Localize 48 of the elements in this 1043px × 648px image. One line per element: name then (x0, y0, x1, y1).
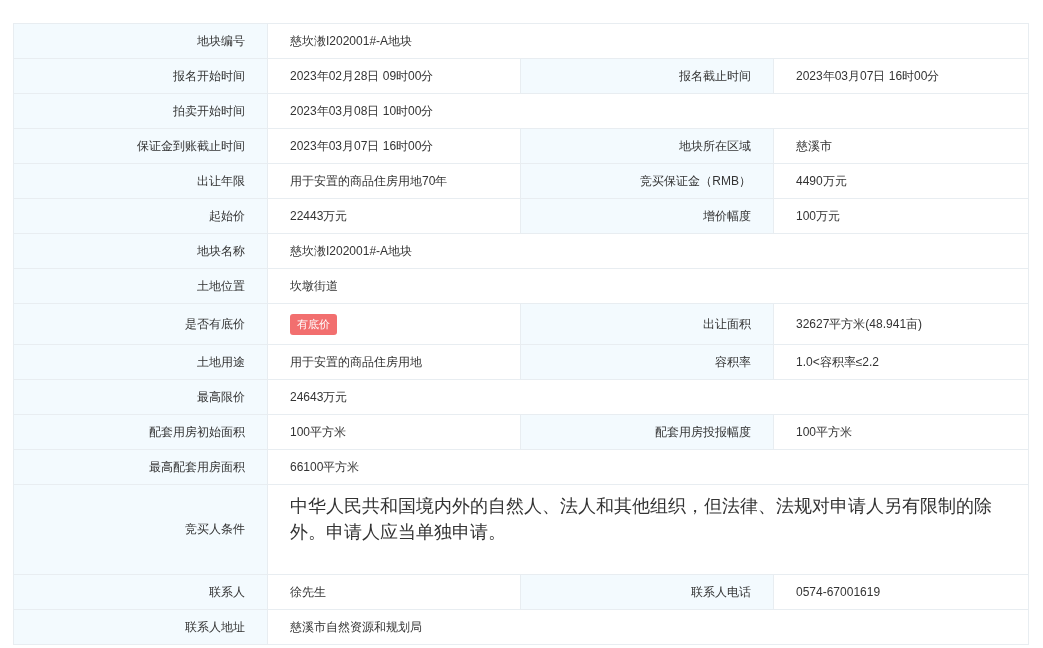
field-label: 报名开始时间 (13, 58, 268, 94)
field-value: 慈坎漖I202001#-A地块 (267, 23, 1029, 59)
field-label: 保证金到账截止时间 (13, 128, 268, 164)
field-label: 出让年限 (13, 163, 268, 199)
field-label: 起始价 (13, 198, 268, 234)
field-value: 100平方米 (267, 414, 521, 450)
field-label: 土地位置 (13, 268, 268, 304)
field-label: 联系人 (13, 574, 268, 610)
field-label: 地块编号 (13, 23, 268, 59)
field-value: 用于安置的商品住房用地70年 (267, 163, 521, 199)
field-label: 最高限价 (13, 379, 268, 415)
reserve-price-badge: 有底价 (290, 313, 337, 335)
field-label: 联系人电话 (520, 574, 774, 610)
field-label: 联系人地址 (13, 609, 268, 645)
field-label: 容积率 (520, 344, 774, 380)
field-label: 土地用途 (13, 344, 268, 380)
field-label: 竞买人条件 (13, 484, 268, 575)
field-label: 配套用房投报幅度 (520, 414, 774, 450)
field-value: 慈溪市 (773, 128, 1029, 164)
field-value: 2023年03月08日 10时00分 (267, 93, 1029, 129)
field-value: 用于安置的商品住房用地 (267, 344, 521, 380)
field-value: 1.0<容积率≤2.2 (773, 344, 1029, 380)
field-value: 坎墩街道 (267, 268, 1029, 304)
field-value: 22443万元 (267, 198, 521, 234)
field-label: 是否有底价 (13, 303, 268, 345)
field-value: 4490万元 (773, 163, 1029, 199)
field-value: 66100平方米 (267, 449, 1029, 485)
field-value: 0574-67001619 (773, 574, 1029, 610)
field-label: 最高配套用房面积 (13, 449, 268, 485)
field-label: 配套用房初始面积 (13, 414, 268, 450)
field-value: 24643万元 (267, 379, 1029, 415)
field-label: 地块名称 (13, 233, 268, 269)
field-value: 中华人民共和国境内外的自然人、法人和其他组织，但法律、法规对申请人另有限制的除外。申请人应当单独申请。 (267, 484, 1029, 575)
field-label: 地块所在区域 (520, 128, 774, 164)
field-value: 100平方米 (773, 414, 1029, 450)
field-value: 2023年02月28日 09时00分 (267, 58, 521, 94)
field-value: 32627平方米(48.941亩) (773, 303, 1029, 345)
field-label: 拍卖开始时间 (13, 93, 268, 129)
field-value: 慈坎漖I202001#-A地块 (267, 233, 1029, 269)
field-label: 报名截止时间 (520, 58, 774, 94)
field-label: 增价幅度 (520, 198, 774, 234)
field-value: 100万元 (773, 198, 1029, 234)
field-value: 慈溪市自然资源和规划局 (267, 609, 1029, 645)
field-value: 2023年03月07日 16时00分 (267, 128, 521, 164)
field-label: 出让面积 (520, 303, 774, 345)
field-value: 2023年03月07日 16时00分 (773, 58, 1029, 94)
field-value: 徐先生 (267, 574, 521, 610)
field-label: 竞买保证金（RMB） (520, 163, 774, 199)
